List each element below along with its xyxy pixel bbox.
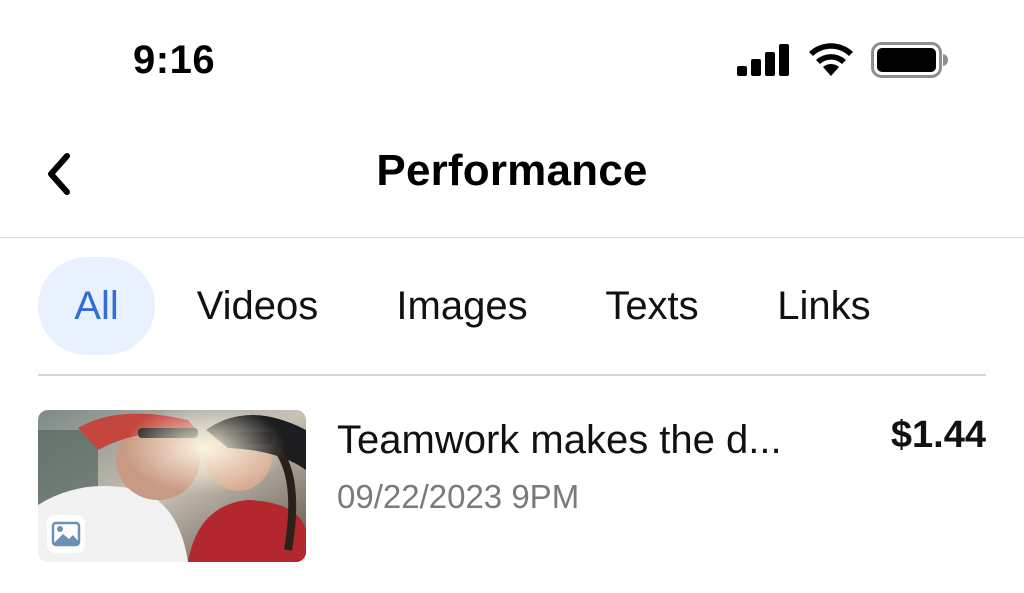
- image-icon: [47, 515, 85, 553]
- list-item[interactable]: Teamwork makes the d... 09/22/2023 9PM $…: [38, 410, 986, 562]
- status-bar: 9:16: [0, 0, 1024, 110]
- nav-divider: [0, 237, 1024, 238]
- cellular-signal-icon: [737, 44, 789, 76]
- filter-tabs: All Videos Images Texts Links: [38, 257, 986, 355]
- battery-icon: [871, 42, 948, 78]
- tab-texts[interactable]: Texts: [589, 257, 715, 355]
- wifi-icon: [809, 43, 853, 76]
- tab-all[interactable]: All: [38, 257, 155, 355]
- tab-videos[interactable]: Videos: [176, 257, 339, 355]
- post-date: 09/22/2023 9PM: [337, 478, 580, 515]
- tab-links[interactable]: Links: [762, 257, 886, 355]
- nav-bar: Performance: [0, 130, 1024, 216]
- tab-images[interactable]: Images: [376, 257, 548, 355]
- status-time: 9:16: [133, 38, 216, 82]
- post-title: Teamwork makes the d...: [337, 418, 782, 462]
- page-title: Performance: [376, 146, 648, 195]
- post-earnings: $1.44: [890, 414, 986, 456]
- post-thumbnail: [38, 410, 306, 562]
- tabs-divider: [38, 374, 986, 376]
